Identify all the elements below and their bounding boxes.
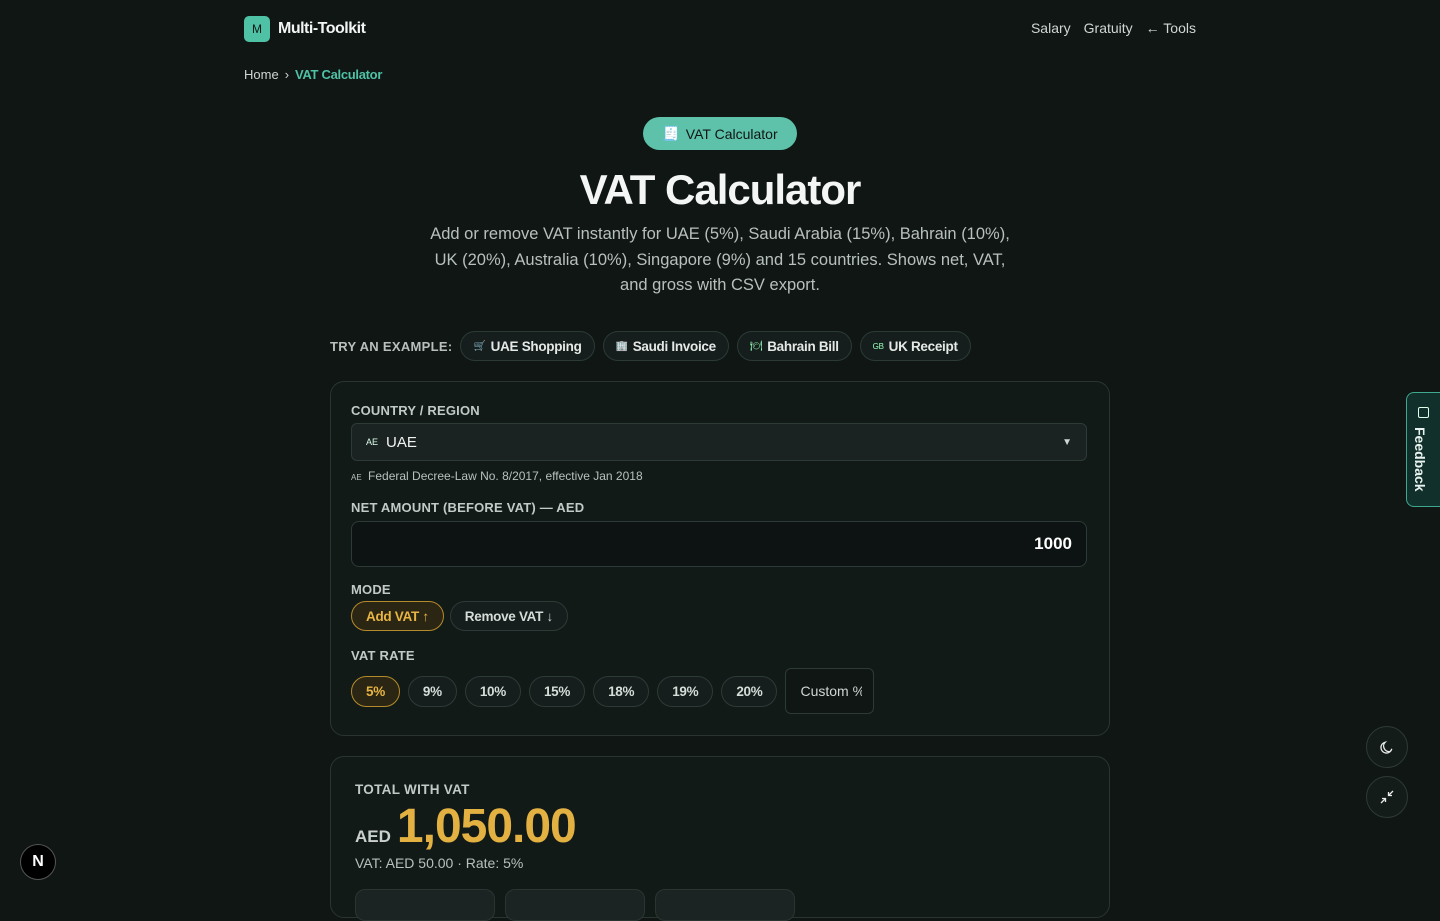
collapse-button[interactable] [1366,776,1408,818]
example-label: UK Receipt [888,338,958,354]
country-select[interactable]: AE UAE ▼ [351,423,1087,461]
example-label: Bahrain Bill [767,338,839,354]
nav-link-tools[interactable]: ← Tools [1146,20,1196,36]
rate-20-button[interactable]: 20% [721,675,778,707]
message-icon [1418,407,1429,418]
top-bar: M Multi-Toolkit Salary Gratuity ← Tools [244,16,1196,42]
nav-link-gratuity[interactable]: Gratuity [1084,20,1133,36]
country-label: COUNTRY / REGION [351,403,480,418]
breadcrumb-current: VAT Calculator [295,67,383,82]
logo-badge: M [244,16,270,42]
total-amount: 1,050.00 [396,800,577,853]
rate-18-button[interactable]: 18% [593,675,650,707]
top-nav: Salary Gratuity ← Tools [1031,20,1196,36]
amount-label: NET AMOUNT (BEFORE VAT) — AED [351,500,585,515]
breadcrumb-home[interactable]: Home [244,67,279,82]
remove-vat-button[interactable]: Remove VAT ↓ [449,601,568,631]
rate-5-button[interactable]: 5% [351,675,400,707]
receipt-icon: 🧾 [662,125,680,141]
mode-label: MODE [351,582,391,597]
building-icon: 🏢 [615,340,628,352]
mode-toggle: Add VAT ↑ Remove VAT ↓ [351,601,568,631]
amount-input[interactable]: 1000 [351,521,1087,567]
plate-icon: 🍽 [749,340,763,352]
moon-icon [1380,741,1393,754]
result-action-1[interactable] [355,889,495,921]
total-currency: AED [355,827,391,846]
country-hint-text: Federal Decree-Law No. 8/2017, effective… [368,469,643,483]
nextjs-badge[interactable]: N [20,844,56,880]
example-bahrain-bill[interactable]: 🍽 Bahrain Bill [736,331,852,361]
result-action-3[interactable] [655,889,795,921]
total-label: TOTAL WITH VAT [355,782,470,797]
total-value: AED 1,050.00 [355,799,577,854]
logo-text: Multi-Toolkit [278,20,366,37]
rate-19-button[interactable]: 19% [657,675,714,707]
ae-flag-icon: AE [351,473,362,482]
calculator-card: COUNTRY / REGION AE UAE ▼ AE Federal Dec… [330,381,1110,736]
example-uk-receipt[interactable]: GB UK Receipt [859,331,971,361]
ae-flag-icon: AE [366,437,379,447]
result-card: TOTAL WITH VAT AED 1,050.00 VAT: AED 50.… [330,756,1110,921]
example-saudi-invoice[interactable]: 🏢 Saudi Invoice [602,331,729,361]
cart-icon: 🛒 [473,340,486,352]
category-pill-label: VAT Calculator [685,125,778,142]
example-label: Saudi Invoice [632,338,716,354]
examples-row: TRY AN EXAMPLE: 🛒 UAE Shopping 🏢 Saudi I… [330,331,971,361]
breadcrumb: Home › VAT Calculator [244,67,382,82]
feedback-label: Feedback [1412,427,1428,492]
gb-flag-icon: GB [872,341,884,351]
country-value: UAE [386,433,417,451]
collapse-icon [1380,790,1394,804]
rate-15-button[interactable]: 15% [528,675,586,707]
examples-label: TRY AN EXAMPLE: [330,338,453,354]
theme-toggle-button[interactable] [1366,726,1408,768]
vat-summary: VAT: AED 50.00 · Rate: 5% [355,855,524,871]
category-pill: 🧾 VAT Calculator [643,117,797,150]
custom-rate-placeholder: Custom % [800,683,863,699]
rate-10-button[interactable]: 10% [464,675,521,707]
breadcrumb-separator: › [284,67,290,82]
rate-label: VAT RATE [351,648,415,663]
page-title: VAT Calculator [579,166,862,213]
page-subtitle: Add or remove VAT instantly for UAE (5%)… [430,225,1010,294]
add-vat-button[interactable]: Add VAT ↑ [351,601,444,631]
feedback-tab[interactable]: Feedback [1406,392,1440,507]
nav-link-salary[interactable]: Salary [1031,20,1071,36]
result-action-2[interactable] [505,889,645,921]
example-label: UAE Shopping [490,338,582,354]
logo[interactable]: M Multi-Toolkit [244,16,366,42]
result-actions [355,889,795,921]
rate-options: 5% 9% 10% 15% 18% 19% 20% Custom % [351,668,875,714]
chevron-down-icon: ▼ [1062,436,1072,448]
rate-9-button[interactable]: 9% [407,675,457,707]
custom-rate-input[interactable]: Custom % [785,668,875,714]
country-hint: AE Federal Decree-Law No. 8/2017, effect… [351,469,643,483]
example-uae-shopping[interactable]: 🛒 UAE Shopping [460,331,595,361]
